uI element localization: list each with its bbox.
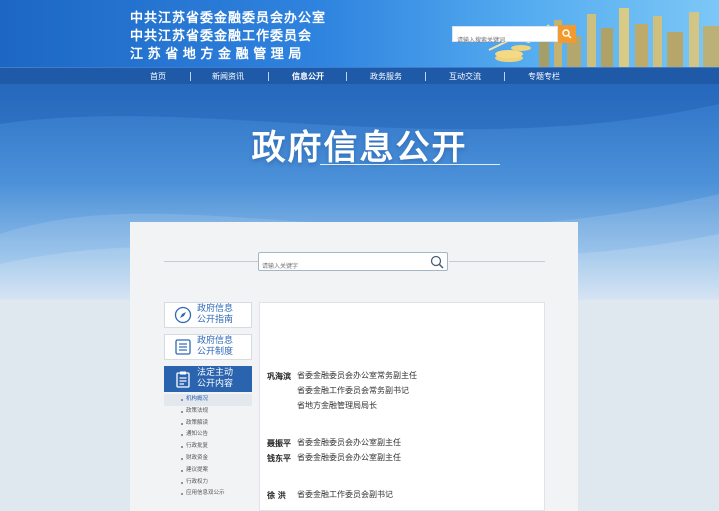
search-icon [562, 29, 572, 39]
header-search-input[interactable] [453, 33, 557, 48]
nav-item-news[interactable]: 新闻资讯 [212, 68, 244, 85]
nav-item-topics[interactable]: 专题专栏 [528, 68, 560, 85]
submenu-item-org-overview[interactable]: 机构概况 [164, 394, 252, 406]
sidebar-item-disclosure-guide[interactable]: 政府信息 公开指南 [164, 302, 252, 328]
compass-icon [174, 306, 192, 324]
site-title-line-3: 江苏省地方金融管理局 [130, 47, 307, 62]
sidebar-submenu: 机构概况 政策法规 政策解读 通知公告 行政批复 财政资金 建议提案 行政权力 … [164, 394, 252, 500]
divider-line-left [164, 261, 258, 262]
sidebar-item-label: 公开制度 [197, 347, 234, 357]
submenu-item-admin-approvals[interactable]: 行政批复 [164, 441, 252, 453]
main-search-box [258, 252, 448, 275]
title-underline [320, 164, 500, 165]
leader-role: 省委金融委员会办公室副主任 [297, 438, 401, 447]
site-title-line-1: 中共江苏省委金融委员会办公室 [130, 11, 327, 26]
submenu-item-policy-interpretation[interactable]: 政策解读 [164, 418, 252, 430]
site-title-line-2: 中共江苏省委金融工作委员会 [130, 29, 313, 44]
sidebar-item-label: 公开指南 [197, 315, 234, 325]
leader-name: 聂振平 [267, 439, 291, 448]
leader-name: 徐 洪 [267, 491, 286, 500]
leader-role: 省委金融工作委员会副书记 [297, 490, 393, 499]
leader-roles: 省委金融工作委员会副书记 [297, 490, 393, 505]
submenu-item-notices[interactable]: 通知公告 [164, 429, 252, 441]
submenu-item-fiscal-funds[interactable]: 财政资金 [164, 453, 252, 465]
leader-role: 省地方金融管理局局长 [297, 401, 377, 410]
site-header: 中共江苏省委金融委员会办公室 中共江苏省委金融工作委员会 江苏省地方金融管理局 [0, 0, 719, 67]
submenu-item-policies[interactable]: 政策法规 [164, 406, 252, 418]
leader-roles: 省委金融委员会办公室常务副主任 省委金融工作委员会常务副书记 省地方金融管理局局… [297, 371, 417, 416]
nav-separator [425, 72, 426, 81]
header-search-box [452, 26, 558, 48]
leader-roles: 省委金融委员会办公室副主任 [297, 453, 401, 468]
main-nav: 首页 新闻资讯 信息公开 政务服务 互动交流 专题专栏 [0, 67, 719, 84]
nav-separator [190, 72, 191, 81]
clipboard-icon [174, 370, 192, 388]
main-search-input[interactable] [259, 258, 419, 275]
nav-item-interaction[interactable]: 互动交流 [449, 68, 481, 85]
page-title: 政府信息公开 [251, 128, 468, 168]
nav-separator [268, 72, 269, 81]
leader-name: 巩海滨 [267, 372, 291, 381]
leader-roles: 省委金融委员会办公室副主任 [297, 438, 401, 453]
divider-line-right [449, 261, 545, 262]
sidebar-item-label: 法定主动 [197, 368, 234, 378]
nav-item-home[interactable]: 首页 [150, 68, 166, 85]
sidebar-item-label: 政府信息 [197, 336, 234, 346]
main-search-button[interactable] [428, 254, 445, 270]
sidebar-item-statutory-content[interactable]: 法定主动 公开内容 [164, 366, 252, 392]
nav-separator [504, 72, 505, 81]
sidebar-item-label: 政府信息 [197, 304, 234, 314]
submenu-item-admin-power[interactable]: 行政权力 [164, 477, 252, 489]
submenu-item-dual-publicity[interactable]: 应用信息双公示 [164, 488, 252, 500]
leader-role: 省委金融工作委员会常务副书记 [297, 386, 409, 395]
header-search-button[interactable] [558, 25, 576, 43]
search-icon [430, 255, 444, 269]
sidebar-item-label: 公开内容 [197, 379, 234, 389]
sidebar-item-disclosure-system[interactable]: 政府信息 公开制度 [164, 334, 252, 360]
document-list-icon [174, 338, 192, 356]
leader-name: 钱东平 [267, 454, 291, 463]
nav-item-services[interactable]: 政务服务 [370, 68, 402, 85]
submenu-item-proposals[interactable]: 建议提案 [164, 465, 252, 477]
nav-item-info-disclosure[interactable]: 信息公开 [292, 68, 324, 85]
leader-role: 省委金融委员会办公室常务副主任 [297, 371, 417, 380]
nav-separator [346, 72, 347, 81]
leader-role: 省委金融委员会办公室副主任 [297, 453, 401, 462]
